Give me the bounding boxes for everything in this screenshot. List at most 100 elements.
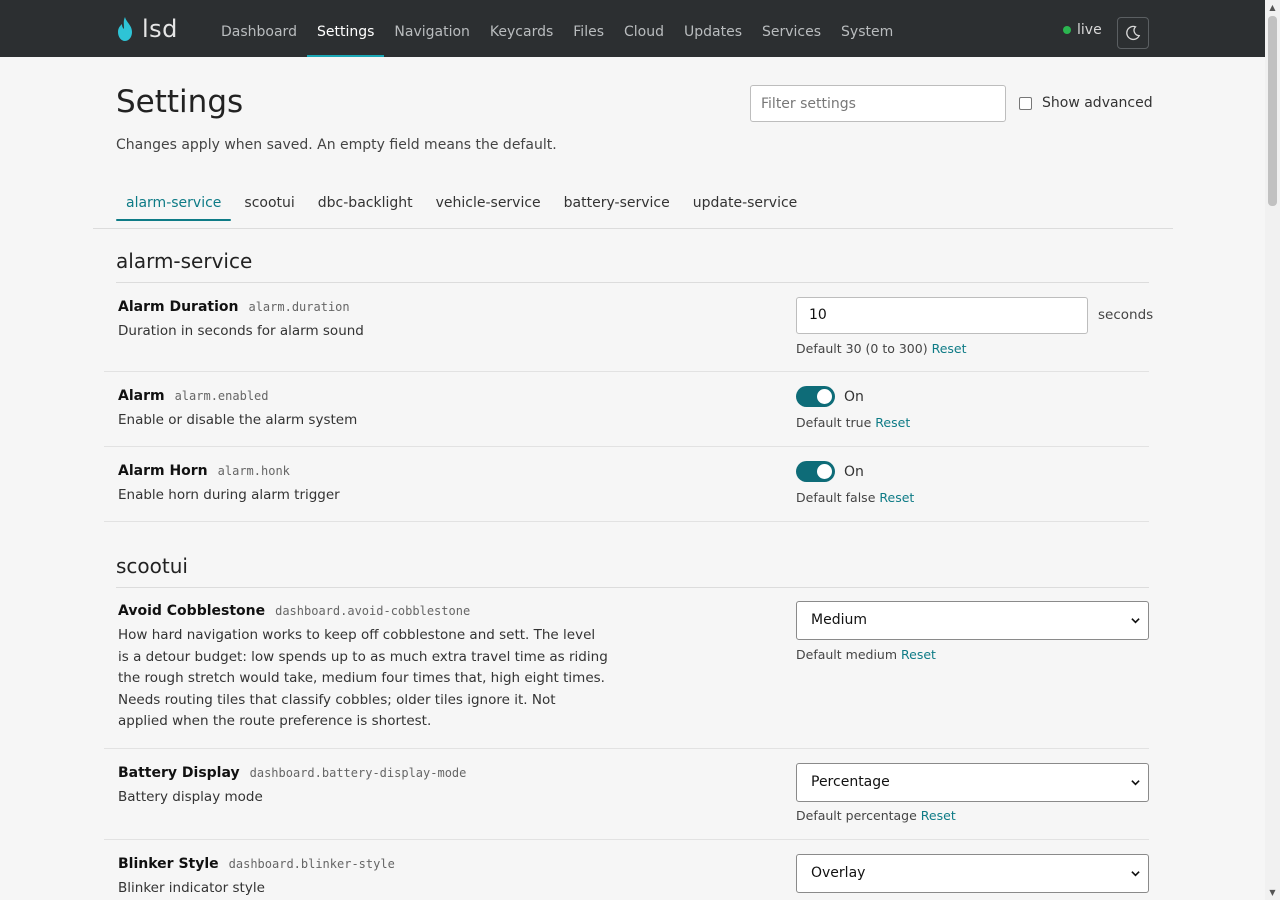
alarm-duration-unit: seconds (1098, 307, 1154, 323)
setting-description: Enable or disable the alarm system (118, 412, 358, 428)
nav-updates[interactable]: Updates (674, 0, 752, 57)
tab-dbc-backlight[interactable]: dbc-backlight (308, 189, 423, 221)
setting-alarm-enabled: Alarm alarm.enabled Enable or disable th… (118, 388, 357, 432)
section-title-alarm-service: alarm-service (116, 249, 253, 273)
page-scrollbar[interactable]: ▲ ▼ (1265, 0, 1280, 900)
theme-toggle-button[interactable] (1117, 17, 1149, 49)
battery-display-select[interactable]: Percentage (796, 763, 1149, 802)
tab-scootui[interactable]: scootui (234, 189, 304, 221)
setting-name: Alarm Horn (118, 463, 208, 479)
battery-display-reset-link[interactable]: Reset (921, 808, 956, 823)
toggle-switch[interactable] (796, 386, 835, 407)
scroll-up-arrow-icon[interactable]: ▲ (1265, 0, 1280, 15)
select-value: Percentage (811, 774, 890, 790)
default-text: Default false (796, 490, 876, 505)
setting-name: Avoid Cobblestone (118, 603, 266, 619)
toggle-state-label: On (844, 388, 864, 405)
setting-blinker-style: Blinker Style dashboard.blinker-style Bl… (118, 856, 395, 900)
setting-avoid-cobblestone: Avoid Cobblestone dashboard.avoid-cobble… (118, 603, 608, 733)
setting-description: Duration in seconds for alarm sound (118, 323, 364, 339)
nav-navigation[interactable]: Navigation (384, 0, 480, 57)
nav-files[interactable]: Files (563, 0, 614, 57)
main-nav: Dashboard Settings Navigation Keycards F… (211, 0, 903, 57)
chevron-down-icon (1131, 871, 1140, 877)
section-title-scootui: scootui (116, 554, 188, 578)
blinker-style-select[interactable]: Overlay (796, 854, 1149, 893)
alarm-honk-default: Default false Reset (796, 490, 914, 505)
nav-settings[interactable]: Settings (306, 0, 385, 57)
nav-services[interactable]: Services (752, 0, 831, 57)
select-value: Medium (811, 612, 867, 628)
setting-key: dashboard.avoid-cobblestone (275, 604, 471, 618)
nav-keycards[interactable]: Keycards (480, 0, 563, 57)
battery-display-default: Default percentage Reset (796, 808, 956, 823)
row-divider (104, 521, 1149, 522)
default-text: Default 30 (0 to 300) (796, 341, 928, 356)
scroll-down-arrow-icon[interactable]: ▼ (1265, 885, 1280, 900)
page-title: Settings (116, 84, 244, 120)
live-status: live (1063, 22, 1102, 38)
row-divider (104, 839, 1149, 840)
nav-dashboard[interactable]: Dashboard (211, 0, 307, 57)
filter-settings-input[interactable] (750, 85, 1006, 122)
tab-update-service[interactable]: update-service (683, 189, 808, 221)
toggle-state-label: On (844, 463, 864, 480)
nav-system[interactable]: System (831, 0, 903, 57)
row-divider (104, 446, 1149, 447)
setting-name: Alarm (118, 388, 165, 404)
row-divider (104, 748, 1149, 749)
top-navbar: lsd Dashboard Settings Navigation Keycar… (0, 0, 1265, 57)
setting-key: alarm.duration (248, 300, 350, 314)
setting-description: Enable horn during alarm trigger (118, 487, 340, 503)
show-advanced-checkbox[interactable] (1019, 96, 1032, 110)
live-dot-icon (1063, 26, 1071, 34)
page-subtitle: Changes apply when saved. An empty field… (116, 137, 557, 153)
alarm-enabled-reset-link[interactable]: Reset (875, 415, 910, 430)
setting-key: alarm.honk (217, 464, 290, 478)
live-label: live (1077, 22, 1102, 38)
tab-battery-service[interactable]: battery-service (554, 189, 680, 221)
alarm-duration-default: Default 30 (0 to 300) Reset (796, 341, 967, 356)
alarm-duration-input[interactable]: 10 (796, 297, 1088, 334)
toggle-switch[interactable] (796, 461, 835, 482)
moon-icon (1126, 25, 1141, 41)
default-text: Default percentage (796, 808, 917, 823)
alarm-duration-reset-link[interactable]: Reset (932, 341, 967, 356)
show-advanced-toggle[interactable]: Show advanced (1019, 95, 1153, 111)
avoid-cobblestone-default: Default medium Reset (796, 647, 936, 662)
alarm-enabled-switch[interactable]: On (796, 386, 864, 407)
avoid-cobblestone-reset-link[interactable]: Reset (901, 647, 936, 662)
alarm-honk-reset-link[interactable]: Reset (879, 490, 914, 505)
setting-description: Battery display mode (118, 789, 263, 805)
setting-battery-display: Battery Display dashboard.battery-displa… (118, 765, 466, 809)
brand[interactable]: lsd (116, 12, 178, 46)
setting-alarm-honk: Alarm Horn alarm.honk Enable horn during… (118, 463, 340, 507)
default-text: Default true (796, 415, 872, 430)
section-divider (116, 587, 1149, 588)
scroll-thumb[interactable] (1268, 16, 1277, 206)
avoid-cobblestone-select[interactable]: Medium (796, 601, 1149, 640)
settings-tabs: alarm-service scootui dbc-backlight vehi… (116, 189, 810, 221)
brand-name: lsd (142, 15, 178, 43)
tab-alarm-service[interactable]: alarm-service (116, 189, 232, 221)
setting-description: How hard navigation works to keep off co… (118, 627, 608, 729)
alarm-enabled-default: Default true Reset (796, 415, 910, 430)
nav-cloud[interactable]: Cloud (614, 0, 674, 57)
setting-key: alarm.enabled (174, 389, 269, 403)
section-divider (116, 282, 1149, 283)
setting-key: dashboard.blinker-style (228, 857, 395, 871)
flame-icon (118, 17, 132, 41)
setting-name: Battery Display (118, 765, 240, 781)
setting-name: Blinker Style (118, 856, 219, 872)
setting-key: dashboard.battery-display-mode (249, 766, 467, 780)
default-text: Default medium (796, 647, 898, 662)
select-value: Overlay (811, 865, 866, 881)
tab-vehicle-service[interactable]: vehicle-service (426, 189, 551, 221)
setting-alarm-duration: Alarm Duration alarm.duration Duration i… (118, 299, 364, 343)
setting-description: Blinker indicator style (118, 880, 265, 896)
chevron-down-icon (1131, 618, 1140, 624)
row-divider (104, 371, 1149, 372)
alarm-honk-switch[interactable]: On (796, 461, 864, 482)
chevron-down-icon (1131, 780, 1140, 786)
show-advanced-label: Show advanced (1042, 95, 1153, 111)
